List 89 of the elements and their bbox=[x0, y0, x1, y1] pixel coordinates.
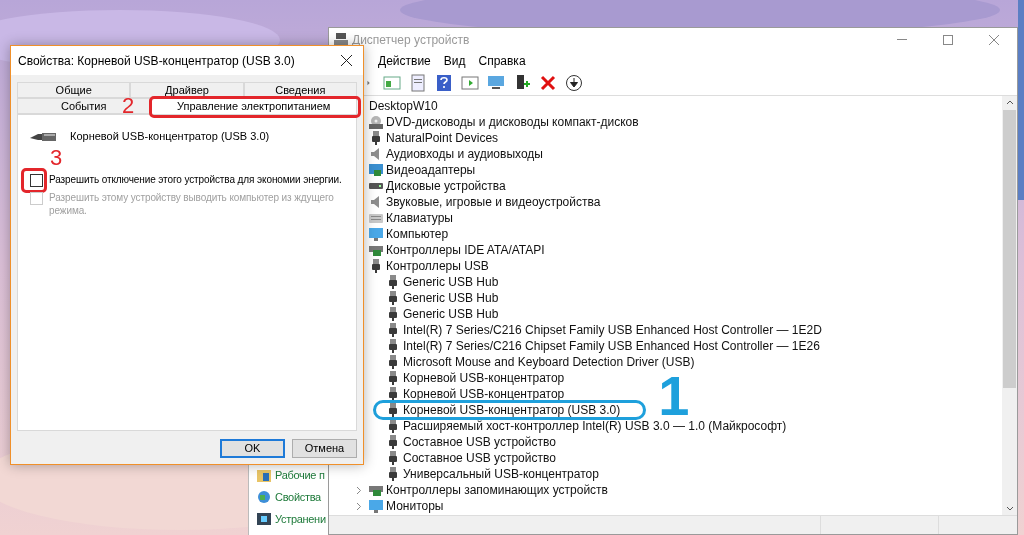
device-manager-icon bbox=[334, 32, 348, 47]
annotation-number: 3 bbox=[50, 146, 63, 169]
device-label[interactable]: Расширяемый хост-контроллер Intel(R) USB 3.0 — 1.0 (Майкрософт) bbox=[403, 417, 787, 435]
usb-plug-icon bbox=[389, 291, 397, 305]
usb-cable-icon bbox=[30, 130, 56, 143]
usb-plug-icon bbox=[389, 435, 397, 449]
device-name: Корневой USB-концентратор (USB 3.0) bbox=[70, 129, 270, 144]
usb-plug-icon bbox=[389, 275, 397, 289]
device-label[interactable]: Звуковые, игровые и видеоустройства bbox=[386, 193, 601, 211]
control-panel-link[interactable]: Устранени bbox=[275, 510, 326, 528]
usb-plug-icon bbox=[389, 371, 397, 385]
device-label[interactable]: NaturalPoint Devices bbox=[386, 129, 499, 147]
device-label[interactable]: Корневой USB-концентратор bbox=[403, 385, 565, 403]
device-label[interactable]: Intel(R) 7 Series/C216 Chipset Family USB Enhanced Host Controller — 1E2D bbox=[403, 321, 822, 339]
usb-plug-icon bbox=[389, 403, 397, 417]
usb-plug-icon bbox=[389, 307, 397, 321]
annotation-number: 2 bbox=[122, 95, 135, 117]
device-label[interactable]: Microsoft Mouse and Keyboard Detection Driver (USB) bbox=[403, 353, 695, 371]
folder-icon bbox=[257, 468, 271, 482]
checkbox[interactable] bbox=[30, 173, 43, 187]
delete-icon[interactable] bbox=[539, 73, 557, 92]
device-label[interactable]: DesktopW10 bbox=[369, 97, 438, 115]
help-icon[interactable] bbox=[435, 73, 453, 92]
device-label[interactable]: Контроллеры IDE ATA/ATAPI bbox=[386, 241, 545, 259]
device-label[interactable]: Контроллеры запоминающих устройств bbox=[386, 481, 608, 499]
menu-item[interactable]: Вид bbox=[443, 51, 466, 70]
usb-plug-icon bbox=[389, 339, 397, 353]
tab[interactable]: Общие bbox=[17, 82, 131, 98]
close-icon bbox=[989, 34, 999, 45]
device-label[interactable]: Дисковые устройства bbox=[386, 177, 506, 195]
maximize-icon bbox=[943, 34, 953, 45]
device-label[interactable]: Компьютер bbox=[386, 225, 449, 243]
device-label[interactable]: Составное USB устройство bbox=[403, 449, 556, 467]
scrollbar-thumb[interactable] bbox=[1003, 110, 1016, 388]
control-panel-link[interactable]: Рабочие п bbox=[275, 466, 325, 484]
document-icon[interactable] bbox=[409, 73, 427, 92]
device-label[interactable]: Корневой USB-концентратор bbox=[403, 369, 565, 387]
minimize-icon bbox=[897, 39, 907, 40]
download-icon[interactable] bbox=[565, 73, 583, 92]
screen-icon bbox=[257, 513, 271, 525]
device-label[interactable]: Generic USB Hub bbox=[403, 289, 499, 307]
option-label[interactable]: Разрешить отключение этого устройства для экономии энергии. bbox=[49, 172, 349, 186]
device-label[interactable]: DVD-дисководы и дисководы компакт-дисков bbox=[386, 113, 639, 131]
disk-drive-icon bbox=[369, 183, 383, 189]
usb-plug-icon bbox=[389, 419, 397, 433]
display-adapter-icon bbox=[369, 163, 383, 177]
monitor-icon bbox=[369, 499, 383, 513]
dialog-button[interactable]: Отмена bbox=[292, 439, 357, 458]
speaker-icon bbox=[370, 195, 382, 209]
annotation-number: 1 bbox=[658, 374, 690, 418]
monitor-icon bbox=[369, 227, 383, 241]
menu-item[interactable]: Справка bbox=[478, 51, 526, 70]
scrollbar[interactable] bbox=[1002, 96, 1017, 515]
device-label[interactable]: Видеоадаптеры bbox=[386, 161, 476, 179]
globe-icon bbox=[257, 490, 271, 504]
device-label[interactable]: Составное USB устройство bbox=[403, 433, 556, 451]
scroll-up-icon[interactable] bbox=[1005, 100, 1014, 105]
run-window-icon[interactable] bbox=[461, 73, 479, 92]
keyboard-icon bbox=[369, 213, 383, 223]
scan-monitor-icon[interactable] bbox=[487, 73, 505, 92]
device-label[interactable]: Корневой USB-концентратор (USB 3.0) bbox=[403, 401, 621, 419]
usb-plug-icon bbox=[389, 355, 397, 369]
usb-plug-icon bbox=[372, 131, 380, 145]
usb-plug-icon bbox=[389, 387, 397, 401]
usb-plug-icon bbox=[389, 467, 397, 481]
controller-card-icon bbox=[369, 243, 383, 257]
usb-plug-icon bbox=[389, 451, 397, 465]
menu-item[interactable]: Действие bbox=[378, 51, 431, 70]
scroll-down-icon[interactable] bbox=[1005, 506, 1014, 511]
device-label[interactable]: Контроллеры USB bbox=[386, 257, 489, 275]
properties-icon[interactable] bbox=[383, 73, 401, 92]
usb-plug-icon bbox=[389, 323, 397, 337]
device-label[interactable]: Универсальный USB-концентратор bbox=[403, 465, 599, 483]
speaker-icon bbox=[370, 147, 382, 161]
tab[interactable]: Драйвер bbox=[130, 82, 244, 98]
dialog-title: Свойства: Корневой USB-концентратор (USB 3.0) bbox=[18, 52, 295, 70]
close-icon bbox=[340, 55, 352, 66]
dialog-button[interactable]: OK bbox=[220, 439, 285, 458]
device-label[interactable]: Generic USB Hub bbox=[403, 305, 499, 323]
device-label[interactable]: Intel(R) 7 Series/C216 Chipset Family USB Enhanced Host Controller — 1E26 bbox=[403, 337, 820, 355]
device-label[interactable]: Generic USB Hub bbox=[403, 273, 499, 291]
usb-plug-icon bbox=[372, 259, 380, 273]
disc-drive-icon bbox=[369, 115, 383, 129]
window-title: Диспетчер устройств bbox=[352, 31, 470, 49]
device-label[interactable]: Аудиовходы и аудиовыходы bbox=[386, 145, 543, 163]
control-panel-link[interactable]: Свойства bbox=[275, 488, 321, 506]
device-label[interactable]: Мониторы bbox=[386, 497, 444, 515]
controller-card-icon bbox=[369, 483, 383, 497]
device-label[interactable]: Клавиатуры bbox=[386, 209, 453, 227]
